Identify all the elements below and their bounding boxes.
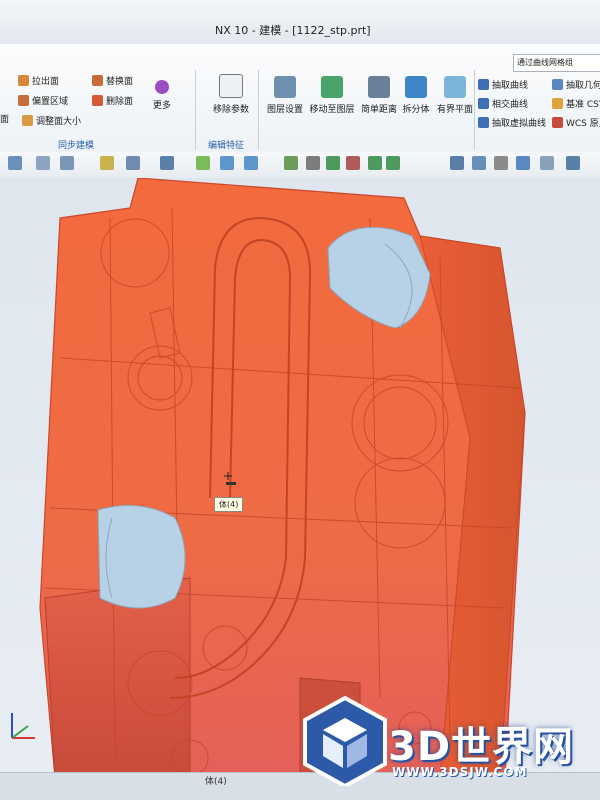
remove-parameters-icon bbox=[219, 74, 243, 98]
screen: NX 10 - 建模 - [1122_stp.prt] 面 拉出面 偏置区域 调… bbox=[0, 0, 600, 800]
intersection-curve-button[interactable]: 相交曲线 bbox=[478, 97, 528, 110]
command-search-input[interactable] bbox=[513, 54, 600, 72]
remove-parameters-button[interactable]: 移除参数 bbox=[208, 74, 254, 115]
offset-region-icon bbox=[18, 95, 29, 106]
layer-settings-button[interactable]: 图层设置 bbox=[262, 76, 308, 115]
axis-triad-icon bbox=[11, 713, 35, 739]
watermark-url: WWW.3DSJW.COM bbox=[392, 765, 528, 779]
bounded-plane-icon bbox=[444, 76, 466, 98]
pull-face-icon bbox=[18, 75, 29, 86]
snap-icon[interactable] bbox=[60, 156, 74, 170]
intersection-curve-icon bbox=[478, 98, 489, 109]
line-icon[interactable] bbox=[244, 156, 258, 170]
extract-curve-icon bbox=[478, 79, 489, 90]
end-point-icon[interactable] bbox=[196, 156, 210, 170]
existing-point-icon[interactable] bbox=[368, 156, 382, 170]
offset-region-button[interactable]: 偏置区域 bbox=[18, 94, 68, 107]
group-divider bbox=[474, 70, 475, 150]
datum-csys-button[interactable]: 基准 CSYS bbox=[552, 97, 600, 110]
view-icon[interactable] bbox=[160, 156, 174, 170]
more-icon bbox=[155, 80, 169, 94]
split-body-button[interactable]: 拆分体 bbox=[396, 76, 436, 115]
more-button[interactable]: 更多 bbox=[140, 80, 184, 111]
curve-icon[interactable] bbox=[284, 156, 298, 170]
display-icon[interactable] bbox=[566, 156, 580, 170]
watermark-brand: 3D世界网 bbox=[388, 724, 575, 770]
layer-settings-icon bbox=[274, 76, 296, 98]
selection-toolbar bbox=[0, 152, 600, 179]
zoom-icon[interactable] bbox=[472, 156, 486, 170]
move-to-layer-icon bbox=[321, 76, 343, 98]
distance-icon bbox=[368, 76, 390, 98]
on-curve-icon[interactable] bbox=[386, 156, 400, 170]
select-icon[interactable] bbox=[8, 156, 22, 170]
status-text: 体(4) bbox=[205, 777, 227, 787]
quadrant-icon[interactable] bbox=[346, 156, 360, 170]
render-style-icon[interactable] bbox=[540, 156, 554, 170]
title-bar: NX 10 - 建模 - [1122_stp.prt] bbox=[0, 0, 600, 45]
split-body-icon bbox=[405, 76, 427, 98]
group-divider bbox=[258, 70, 259, 150]
extract-geometry-button[interactable]: 抽取几何 bbox=[552, 78, 600, 91]
orient-icon[interactable] bbox=[516, 156, 530, 170]
pointer-icon[interactable] bbox=[126, 156, 140, 170]
edit-feature-group-label: 编辑特征 bbox=[208, 141, 245, 151]
mid-point-icon[interactable] bbox=[220, 156, 234, 170]
extract-virtual-curve-button[interactable]: 抽取虚拟曲线 bbox=[478, 116, 546, 129]
fit-view-icon[interactable] bbox=[450, 156, 464, 170]
point-icon[interactable] bbox=[100, 156, 114, 170]
move-to-layer-button[interactable]: 移动至图层 bbox=[306, 76, 358, 115]
extract-geometry-icon bbox=[552, 79, 563, 90]
replace-face-icon bbox=[92, 75, 103, 86]
group-divider bbox=[195, 70, 196, 150]
window-title: NX 10 - 建模 - [1122_stp.prt] bbox=[215, 24, 371, 37]
rotate-icon[interactable] bbox=[494, 156, 508, 170]
resize-face-button[interactable]: 调整面大小 bbox=[22, 114, 81, 127]
bounded-plane-button[interactable]: 有界平面 bbox=[432, 76, 478, 115]
delete-face-icon bbox=[92, 95, 103, 106]
resize-face-icon bbox=[22, 115, 33, 126]
wcs-origin-button[interactable]: WCS 原点 bbox=[552, 116, 600, 129]
extract-curve-button[interactable]: 抽取曲线 bbox=[478, 78, 528, 91]
wcs-origin-icon bbox=[552, 117, 563, 128]
face-cut-label: 面 bbox=[0, 115, 10, 125]
delete-face-button[interactable]: 删除面 bbox=[92, 94, 133, 107]
virtual-curve-icon bbox=[478, 117, 489, 128]
filter-icon[interactable] bbox=[36, 156, 50, 170]
part-model[interactable] bbox=[0, 177, 600, 779]
pull-face-button[interactable]: 拉出面 bbox=[18, 74, 59, 87]
center-icon[interactable] bbox=[326, 156, 340, 170]
datum-csys-icon bbox=[552, 98, 563, 109]
replace-face-button[interactable]: 替换面 bbox=[92, 74, 133, 87]
selection-tooltip: 体(4) bbox=[214, 497, 244, 512]
intersect-icon[interactable] bbox=[306, 156, 320, 170]
graphics-viewport[interactable] bbox=[0, 177, 600, 779]
sync-modeling-group-label: 同步建模 bbox=[58, 141, 95, 151]
